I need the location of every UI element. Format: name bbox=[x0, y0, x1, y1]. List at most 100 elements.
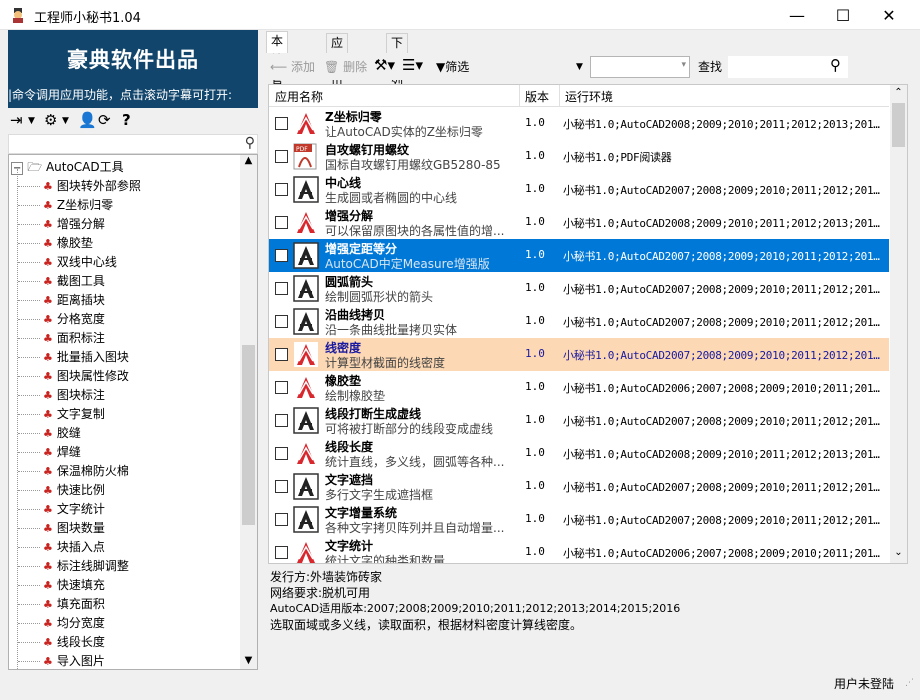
list-icon[interactable]: ☰▾ bbox=[402, 56, 423, 74]
tree-item[interactable]: ♣ 线段长度 bbox=[43, 633, 105, 652]
row-checkbox[interactable] bbox=[275, 480, 288, 493]
col-env[interactable]: 运行环境 bbox=[565, 88, 613, 105]
scroll-down-icon[interactable]: ▼ bbox=[240, 655, 257, 669]
tree-item[interactable]: ♣ 导入图片 bbox=[43, 652, 105, 669]
row-checkbox[interactable] bbox=[275, 117, 288, 130]
tree-item[interactable]: ♣ 块插入点 bbox=[43, 538, 105, 557]
banner[interactable]: 豪典软件出品 |命令调用应用功能，点击滚动字幕可打开: bbox=[8, 30, 258, 108]
tree-item[interactable]: ♣ 面积标注 bbox=[43, 329, 105, 348]
row-checkbox[interactable] bbox=[275, 381, 288, 394]
list-row[interactable]: PDF 自攻螺钉用螺纹 国标自攻螺钉用螺纹GB5280-85 1.0 小秘书1.0;PD… bbox=[269, 140, 889, 173]
settings-icon[interactable]: ⚙ bbox=[44, 111, 57, 129]
row-checkbox[interactable] bbox=[275, 282, 288, 295]
tree-item[interactable]: ♣ 均分宽度 bbox=[43, 614, 105, 633]
search-icon[interactable]: ⚲ bbox=[830, 56, 841, 74]
tree-item[interactable]: ♣ 填充面积 bbox=[43, 595, 105, 614]
chevron-down-icon[interactable]: ▼ bbox=[28, 116, 35, 126]
tree-item[interactable]: ♣ 距离插块 bbox=[43, 291, 105, 310]
filter-button[interactable]: ▼筛选 bbox=[436, 58, 469, 75]
tree-item[interactable]: ♣ 增强分解 bbox=[43, 215, 105, 234]
tree-item[interactable]: ♣ 文字统计 bbox=[43, 500, 105, 519]
user-icon[interactable]: 👤 bbox=[78, 111, 97, 129]
list-row[interactable]: Z坐标归零 让AutoCAD实体的Z坐标归零 1.0 小秘书1.0;AutoCAD20… bbox=[269, 107, 889, 140]
filter-dropdown-arrow[interactable]: ▼ bbox=[576, 62, 583, 72]
refresh-icon[interactable]: ⟳ bbox=[98, 111, 111, 129]
tree-item[interactable]: ♣ 图块属性修改 bbox=[43, 367, 129, 386]
tree-item[interactable]: ♣ 截图工具 bbox=[43, 272, 105, 291]
delete-button[interactable]: 🗑 删除 bbox=[324, 58, 367, 75]
row-checkbox[interactable] bbox=[275, 249, 288, 262]
chevron-down-icon[interactable]: ▼ bbox=[62, 116, 69, 126]
tools-icon[interactable]: ⚒▾ bbox=[374, 56, 395, 74]
tree-item[interactable]: ♣ 图块转外部参照 bbox=[43, 177, 141, 196]
tree-root[interactable]: − 🗁 AutoCAD工具 bbox=[11, 158, 124, 176]
list-row[interactable]: 中心线 生成圆或者椭圆的中心线 1.0 小秘书1.0;AutoCAD2007;2008… bbox=[269, 173, 889, 206]
tree-item[interactable]: ♣ 文字复制 bbox=[43, 405, 105, 424]
col-name[interactable]: 应用名称 bbox=[275, 88, 323, 105]
tree-item[interactable]: ♣ 焊缝 bbox=[43, 443, 81, 462]
close-button[interactable]: ✕ bbox=[866, 0, 912, 30]
scroll-down-icon[interactable]: ⌄ bbox=[890, 547, 907, 561]
tree-item[interactable]: ♣ Z坐标归零 bbox=[43, 196, 113, 215]
help-icon[interactable]: ? bbox=[122, 111, 131, 129]
row-checkbox[interactable] bbox=[275, 315, 288, 328]
tree-item[interactable]: ♣ 图块标注 bbox=[43, 386, 105, 405]
list-row[interactable]: 文字统计 统计文字的种类和数量 1.0 小秘书1.0;AutoCAD2006;2007… bbox=[269, 536, 889, 564]
row-checkbox[interactable] bbox=[275, 183, 288, 196]
tree-item[interactable]: ♣ 保温棉防火棉 bbox=[43, 462, 129, 481]
list-row[interactable]: 橡胶垫 绘制橡胶垫 1.0 小秘书1.0;AutoCAD2006;2007;2008;… bbox=[269, 371, 889, 404]
app-list[interactable]: 应用名称 版本 运行环境 Z坐标归零 让AutoCAD实体的Z坐标归零 1.0 小秘书… bbox=[268, 84, 908, 564]
col-version[interactable]: 版本 bbox=[525, 88, 549, 105]
list-row[interactable]: 文字增量系统 各种文字拷贝阵列并且自动增量... 1.0 小秘书1.0;AutoCAD… bbox=[269, 503, 889, 536]
scroll-up-icon[interactable]: ▲ bbox=[240, 155, 257, 169]
row-checkbox[interactable] bbox=[275, 150, 288, 163]
app-env: 小秘书1.0;AutoCAD2007;2008;2009;2010;2011;2… bbox=[563, 283, 885, 296]
list-row[interactable]: 线段长度 统计直线，多义线，圆弧等各种... 1.0 小秘书1.0;AutoCAD20… bbox=[269, 437, 889, 470]
list-row[interactable]: 增强定距等分 AutoCAD中定Measure增强版 1.0 小秘书1.0;AutoC… bbox=[269, 239, 889, 272]
row-checkbox[interactable] bbox=[275, 546, 288, 559]
resize-grip-icon[interactable]: ⋰ bbox=[905, 678, 914, 688]
row-checkbox[interactable] bbox=[275, 447, 288, 460]
tool-icon: ♣ bbox=[43, 218, 53, 231]
app-desc: 统计文字的种类和数量 bbox=[325, 554, 446, 564]
minimize-button[interactable]: — bbox=[774, 0, 820, 30]
category-combo[interactable]: ▾ bbox=[590, 56, 690, 78]
tree-item[interactable]: ♣ 快速填充 bbox=[43, 576, 105, 595]
list-row[interactable]: 沿曲线拷贝 沿一条曲线批量拷贝实体 1.0 小秘书1.0;AutoCAD2007;20… bbox=[269, 305, 889, 338]
list-row[interactable]: 增强分解 可以保留原图块的各属性值的增... 1.0 小秘书1.0;AutoCAD20… bbox=[269, 206, 889, 239]
tree-item[interactable]: ♣ 双线中心线 bbox=[43, 253, 117, 272]
tree-item[interactable]: ♣ 胶缝 bbox=[43, 424, 81, 443]
list-scrollbar[interactable]: ⌃ ⌄ bbox=[890, 85, 907, 563]
tree-item[interactable]: ♣ 橡胶垫 bbox=[43, 234, 93, 253]
tab-downloads[interactable]: 下载列表 bbox=[386, 33, 409, 107]
list-row[interactable]: 圆弧箭头 绘制圆弧形状的箭头 1.0 小秘书1.0;AutoCAD2007;2008;… bbox=[269, 272, 889, 305]
tree-scroll-thumb[interactable] bbox=[242, 345, 255, 525]
maximize-button[interactable]: ☐ bbox=[820, 0, 866, 30]
tab-local[interactable]: 本地管理 bbox=[266, 31, 289, 105]
tree-item[interactable]: ♣ 图块数量 bbox=[43, 519, 105, 538]
tree-item[interactable]: ♣ 快速比例 bbox=[43, 481, 105, 500]
tree-search-input[interactable]: ⚲ bbox=[8, 134, 258, 154]
tab-market[interactable]: 应用市场 bbox=[326, 33, 349, 107]
row-checkbox[interactable] bbox=[275, 348, 288, 361]
list-row[interactable]: 线密度 计算型材截面的线密度 1.0 小秘书1.0;AutoCAD2007;2008;… bbox=[269, 338, 889, 371]
banner-marquee[interactable]: |命令调用应用功能，点击滚动字幕可打开: bbox=[8, 86, 258, 103]
tree-scrollbar[interactable]: ▲ ▼ bbox=[240, 155, 257, 669]
scroll-up-icon[interactable]: ⌃ bbox=[890, 87, 907, 101]
collapse-icon[interactable]: − bbox=[11, 162, 24, 175]
add-button[interactable]: ⟵ 添加 bbox=[270, 58, 315, 75]
tree-item[interactable]: ♣ 标注线脚调整 bbox=[43, 557, 129, 576]
row-checkbox[interactable] bbox=[275, 414, 288, 427]
tree-item[interactable]: ♣ 批量插入图块 bbox=[43, 348, 129, 367]
tree-item-label: Z坐标归零 bbox=[56, 198, 114, 212]
tree-item-label: 图块标注 bbox=[56, 388, 105, 402]
list-row[interactable]: 文字遮挡 多行文字生成遮挡框 1.0 小秘书1.0;AutoCAD2007;2008;… bbox=[269, 470, 889, 503]
tool-tree[interactable]: − 🗁 AutoCAD工具 ♣ 图块转外部参照 ♣ Z坐标归零 ♣ 增强分解 ♣ 橡胶垫 ♣ 双线… bbox=[8, 154, 258, 670]
tree-item[interactable]: ♣ 分格宽度 bbox=[43, 310, 105, 329]
list-row[interactable]: 线段打断生成虚线 可将被打断部分的线段变成虚线 1.0 小秘书1.0;AutoCAD2… bbox=[269, 404, 889, 437]
row-checkbox[interactable] bbox=[275, 513, 288, 526]
exit-icon[interactable]: ⇥ bbox=[10, 111, 23, 129]
search-icon[interactable]: ⚲ bbox=[245, 135, 255, 151]
list-scroll-thumb[interactable] bbox=[892, 103, 905, 147]
row-checkbox[interactable] bbox=[275, 216, 288, 229]
